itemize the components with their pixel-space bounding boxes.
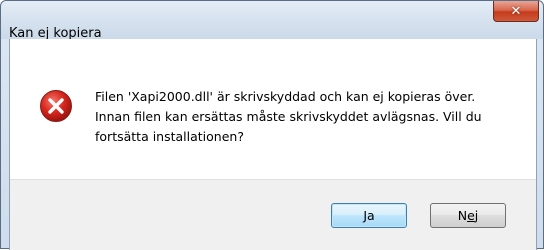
dialog-window: Kan ej kopiera ✕ Filen 'Xapi2000.dll' är… (0, 0, 544, 250)
yes-button[interactable]: Ja (331, 203, 407, 228)
message-line: Innan filen kan ersättas måste skrivskyd… (95, 109, 482, 124)
message-line: Filen 'Xapi2000.dll' är skrivskyddad och… (95, 89, 476, 104)
dialog-message: Filen 'Xapi2000.dll' är skrivskyddad och… (95, 87, 515, 147)
no-button-accelerator: e (467, 208, 475, 223)
yes-button-label: Ja (363, 208, 375, 223)
close-icon: ✕ (510, 3, 522, 19)
message-line: fortsätta installationen? (95, 129, 244, 144)
no-button-label-pre: N (457, 208, 468, 223)
title-bar[interactable]: Kan ej kopiera (1, 1, 543, 41)
error-icon (40, 90, 72, 122)
no-button[interactable]: Nej (430, 203, 506, 228)
no-button-label-post: j (474, 208, 479, 223)
close-button[interactable]: ✕ (493, 1, 539, 22)
